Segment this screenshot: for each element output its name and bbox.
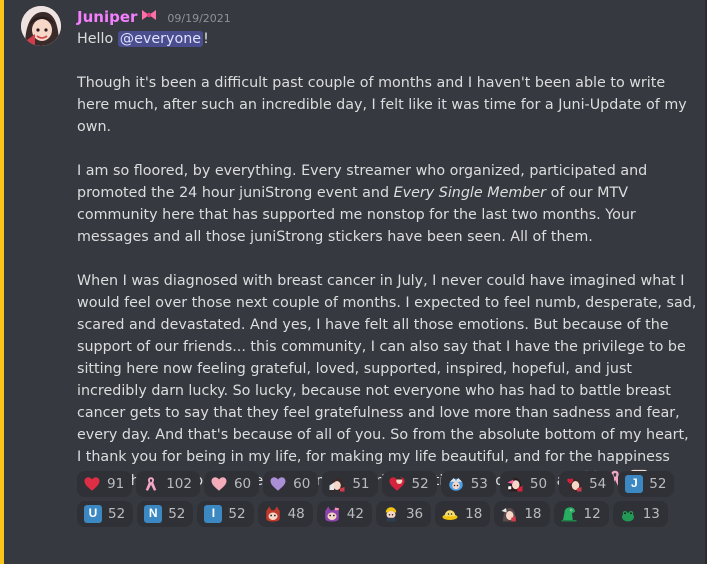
reaction-frog[interactable]: 13 (612, 501, 668, 527)
reaction-count: 60 (293, 476, 311, 492)
message-content: Hello @everyone! Though it's been a diff… (77, 28, 697, 492)
author-name-text: Juniper (77, 8, 138, 26)
paragraph-2-emphasis: Every Single Member (393, 185, 547, 201)
reaction-letter-i[interactable]: I 52 (197, 501, 254, 527)
juni-peek-emote-icon (500, 505, 518, 523)
reaction-juni-wave[interactable]: 51 (322, 471, 378, 497)
reaction-count: 12 (583, 506, 601, 522)
reaction-count: 48 (287, 506, 305, 522)
reaction-juni-strong[interactable]: 50 (499, 471, 556, 497)
reaction-juni-peek[interactable]: 18 (494, 501, 550, 527)
reaction-count: 102 (166, 476, 192, 492)
reaction-heart-hug[interactable]: 52 (381, 471, 437, 497)
purple-cat-emote-icon (323, 505, 341, 523)
reaction-letter-j[interactable]: J 52 (618, 471, 675, 497)
letter-n-icon: N (144, 505, 163, 523)
reaction-count: 52 (108, 506, 126, 522)
avatar[interactable] (21, 6, 61, 46)
reaction-pink-ribbon[interactable]: 102 (136, 471, 200, 497)
reaction-count: 53 (470, 476, 488, 492)
heart-hug-emote-icon (388, 475, 406, 493)
reaction-yellow-hat[interactable]: 18 (435, 501, 491, 527)
reactions-bar: 91 102 60 60 51 52 53 50 54 J 52 U 52 N … (77, 471, 677, 527)
reaction-letter-n[interactable]: N 52 (137, 501, 194, 527)
reaction-count: 52 (168, 506, 186, 522)
reaction-count: 91 (107, 476, 125, 492)
reaction-count: 52 (649, 476, 667, 492)
reaction-count: 60 (233, 476, 252, 492)
reaction-blue-character[interactable]: 53 (440, 471, 496, 497)
reaction-count: 54 (589, 476, 607, 492)
frog-emote-icon (619, 505, 637, 523)
reaction-pink-heart[interactable]: 60 (203, 471, 260, 497)
reaction-count: 18 (465, 506, 483, 522)
reaction-letter-u[interactable]: U 52 (77, 501, 134, 527)
red-heart-icon (83, 475, 101, 493)
greeting-suffix: ! (203, 31, 209, 47)
blue-character-emote-icon (447, 475, 465, 493)
everyone-mention[interactable]: @everyone (117, 31, 204, 47)
letter-j-icon: J (625, 475, 644, 493)
reaction-juni-heart[interactable]: 54 (559, 471, 615, 497)
reaction-count: 52 (228, 506, 246, 522)
yellow-hat-emote-icon (441, 505, 459, 523)
reaction-green-dino[interactable]: 12 (553, 501, 609, 527)
cat-emote-icon (264, 505, 282, 523)
reaction-count: 52 (411, 476, 429, 492)
message-header: Juniper 09/19/2021 (77, 8, 231, 28)
reaction-count: 50 (529, 476, 548, 492)
letter-u-icon: U (84, 505, 102, 523)
juni-wave-emote-icon (328, 475, 346, 493)
paragraph-2: I am so floored, by everything. Every st… (77, 160, 697, 248)
reaction-count: 13 (642, 506, 660, 522)
ribbon-bow-icon (140, 8, 158, 26)
reaction-count: 36 (405, 506, 424, 522)
reaction-purple-cat[interactable]: 42 (316, 501, 372, 527)
avatar-image (21, 6, 61, 46)
juni-strong-emote-icon (506, 475, 524, 493)
reaction-count: 51 (352, 476, 370, 492)
pink-ribbon-icon (142, 475, 160, 493)
reaction-count: 18 (524, 506, 542, 522)
greeting-prefix: Hello (77, 31, 118, 47)
juni-heart-emote-icon (565, 475, 583, 493)
letter-i-icon: I (204, 505, 223, 523)
paragraph-1: Though it's been a difficult past couple… (77, 75, 687, 135)
character-emote-icon (382, 505, 400, 523)
reaction-cat[interactable]: 48 (257, 501, 313, 527)
timestamp[interactable]: 09/19/2021 (167, 12, 230, 25)
reaction-red-heart[interactable]: 91 (77, 471, 133, 497)
message-container: Juniper 09/19/2021 Hello @everyone! Thou… (0, 0, 707, 564)
pink-heart-icon (210, 475, 228, 493)
paragraph-3-text: When I was diagnosed with breast cancer … (77, 273, 697, 489)
purple-heart-icon (269, 475, 287, 493)
greeting-line: Hello @everyone! (77, 28, 697, 50)
paragraph-3: When I was diagnosed with breast cancer … (77, 270, 697, 492)
reaction-purple-heart[interactable]: 60 (263, 471, 319, 497)
author-name[interactable]: Juniper (77, 8, 158, 26)
reaction-character[interactable]: 36 (375, 501, 432, 527)
green-dino-emote-icon (560, 505, 578, 523)
reaction-count: 42 (346, 506, 364, 522)
